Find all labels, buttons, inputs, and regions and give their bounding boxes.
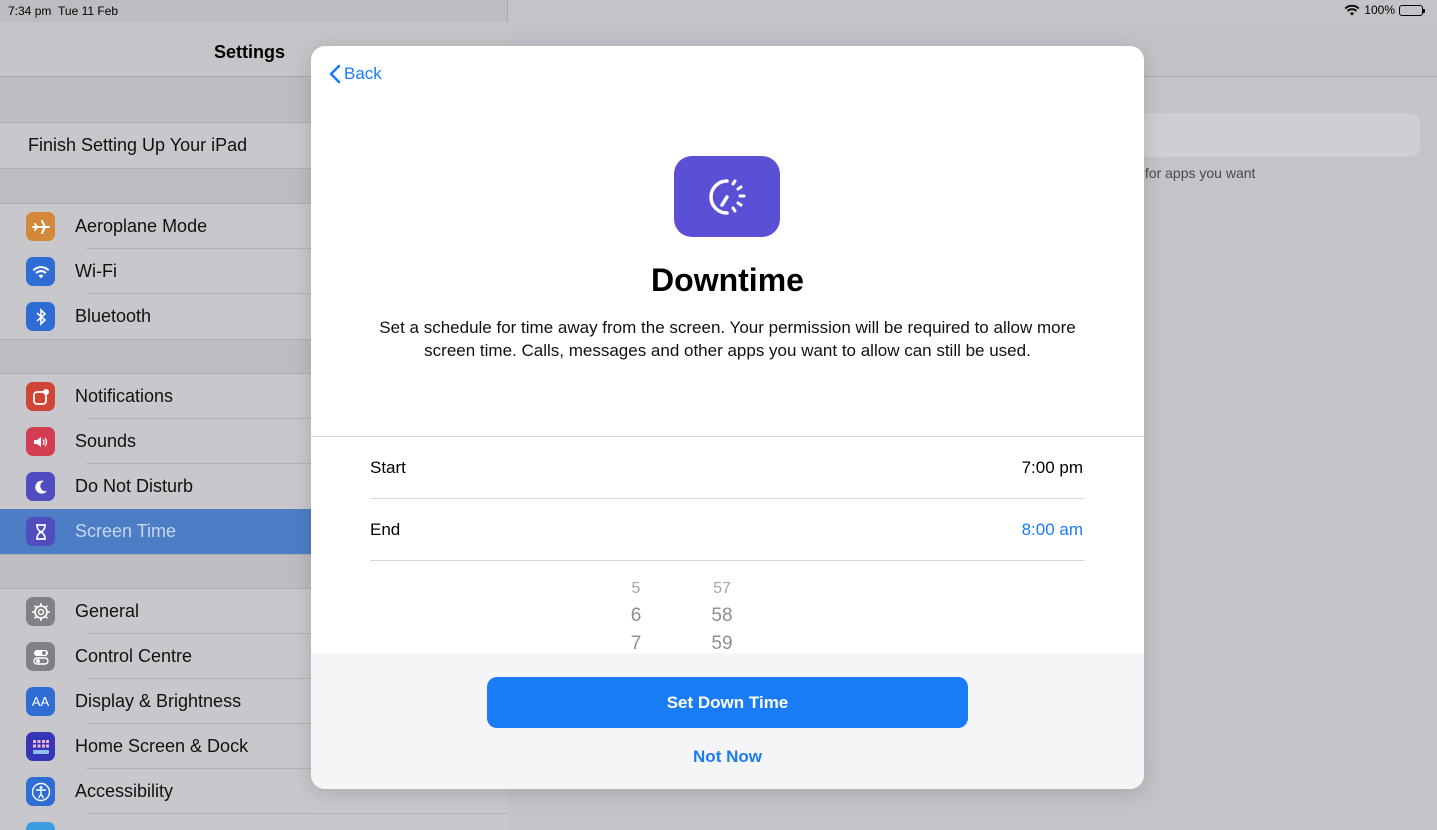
time-picker[interactable]: 5 6 7 57 58 59 <box>311 576 1144 656</box>
sidebar-item-label: Bluetooth <box>75 306 152 326</box>
not-now-button[interactable]: Not Now <box>311 747 1144 767</box>
start-label: Start <box>370 457 406 477</box>
sidebar-item-label: Aeroplane Mode <box>75 216 208 236</box>
sidebar-item-label: Notifications <box>75 386 174 406</box>
sidebar-item-label: Screen Time <box>75 521 177 541</box>
toggles-icon <box>26 642 55 671</box>
accessibility-icon <box>26 777 55 806</box>
modal-footer: Set Down Time Not Now <box>311 653 1144 789</box>
sidebar-item-label: Do Not Disturb <box>75 476 194 496</box>
status-time: 7:34 pm Tue 11 Feb <box>8 4 119 18</box>
picker-minute: 58 <box>711 605 733 626</box>
detail-note: its for apps you want <box>1127 165 1256 181</box>
wifi-status-icon <box>1344 4 1360 16</box>
speaker-icon <box>26 427 55 456</box>
end-value: 8:00 am <box>1021 519 1083 539</box>
detail-card <box>1110 113 1420 157</box>
modal-title: Downtime <box>651 262 804 298</box>
hour-wheel[interactable]: 5 6 7 <box>611 576 661 658</box>
sidebar-item-partial[interactable] <box>0 814 508 830</box>
sidebar-title: Settings <box>214 42 286 62</box>
downtime-modal: Back Downtime Set a schedule for time aw… <box>311 46 1144 789</box>
moon-icon <box>26 472 55 501</box>
sidebar-item-label: Wi-Fi <box>75 261 117 281</box>
sidebar-item-label: Display & Brightness <box>75 691 242 711</box>
back-button[interactable]: Back <box>329 64 382 84</box>
bluetooth-icon <box>26 302 55 331</box>
sidebar-item-label: Control Centre <box>75 646 193 666</box>
set-down-time-button[interactable]: Set Down Time <box>487 677 968 728</box>
modal-description: Set a schedule for time away from the sc… <box>379 318 1076 360</box>
minute-wheel[interactable]: 57 58 59 <box>697 576 747 658</box>
sidebar-item-label: General <box>75 601 140 621</box>
start-value: 7:00 pm <box>1021 457 1083 477</box>
sidebar-item-label: Sounds <box>75 431 137 451</box>
wifi-icon <box>26 257 55 286</box>
back-label: Back <box>344 64 382 83</box>
text-size-icon: AA <box>26 687 55 716</box>
chevron-left-icon <box>329 64 341 84</box>
home-grid-icon <box>26 732 55 761</box>
airplane-icon <box>26 212 55 241</box>
battery-icon <box>1399 4 1425 16</box>
gear-icon <box>26 597 55 626</box>
hourglass-icon <box>26 517 55 546</box>
status-bar: 7:34 pm Tue 11 Feb 100% <box>0 0 1437 22</box>
picker-minute: 57 <box>713 580 731 597</box>
end-label: End <box>370 519 401 539</box>
finish-setup-label: Finish Setting Up Your iPad <box>28 135 248 155</box>
end-time-row[interactable]: End 8:00 am <box>370 499 1085 561</box>
picker-hour: 5 <box>631 580 641 597</box>
wallpaper-icon <box>26 822 55 830</box>
sidebar-item-label: Home Screen & Dock <box>75 736 249 756</box>
downtime-icon <box>674 156 780 237</box>
status-right: 100% <box>1344 3 1425 17</box>
start-time-row[interactable]: Start 7:00 pm <box>370 437 1085 499</box>
battery-percent: 100% <box>1364 3 1395 17</box>
sidebar-item-label: Accessibility <box>75 781 174 801</box>
picker-hour: 6 <box>630 605 642 626</box>
notifications-icon <box>26 382 55 411</box>
